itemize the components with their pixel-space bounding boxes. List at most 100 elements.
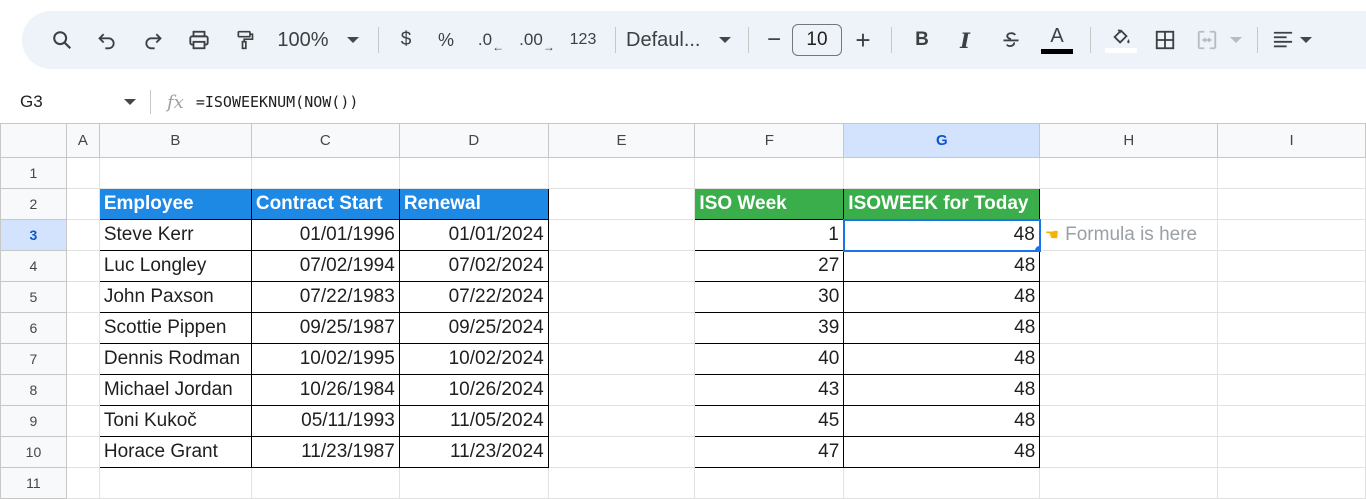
cell[interactable]: [250, 467, 400, 499]
paint-format-icon[interactable]: [222, 22, 268, 58]
borders-icon[interactable]: [1141, 22, 1189, 58]
cell[interactable]: [65, 343, 100, 375]
merge-cells-icon[interactable]: [1189, 22, 1225, 58]
cell[interactable]: [1039, 405, 1219, 437]
cell[interactable]: [843, 467, 1041, 499]
iso-week-cell[interactable]: 39: [694, 312, 845, 344]
formula-input[interactable]: =ISOWEEKNUM(NOW()): [196, 93, 359, 111]
decrease-font-size-button[interactable]: −: [759, 22, 789, 58]
cell[interactable]: [98, 157, 252, 189]
row-header[interactable]: 7: [0, 343, 67, 375]
row-header[interactable]: 9: [0, 405, 67, 437]
cell[interactable]: [1039, 281, 1219, 313]
row-header[interactable]: 11: [0, 467, 67, 499]
cell[interactable]: [1039, 312, 1219, 344]
cell[interactable]: [65, 405, 100, 437]
cell[interactable]: [65, 250, 100, 282]
renewal-cell[interactable]: 11/05/2024: [398, 405, 549, 437]
zoom-value[interactable]: 100%: [268, 22, 338, 58]
search-icon[interactable]: [40, 22, 84, 58]
cell[interactable]: [1217, 436, 1366, 468]
increase-decimal-button[interactable]: .00 →: [513, 22, 561, 58]
column-header[interactable]: B: [98, 123, 252, 158]
cell[interactable]: [1039, 436, 1219, 468]
renewal-cell[interactable]: 10/26/2024: [398, 374, 549, 406]
italic-button[interactable]: I: [942, 22, 988, 58]
cell[interactable]: [250, 157, 400, 189]
cell[interactable]: [65, 467, 100, 499]
contract-start-cell[interactable]: 07/22/1983: [250, 281, 400, 313]
strikethrough-icon[interactable]: [988, 22, 1034, 58]
iso-week-cell[interactable]: 47: [694, 436, 845, 468]
merge-dropdown-icon[interactable]: [1225, 22, 1247, 58]
employee-cell[interactable]: Scottie Pippen: [98, 312, 252, 344]
cell[interactable]: [547, 219, 696, 251]
renewal-cell[interactable]: 10/02/2024: [398, 343, 549, 375]
more-formats-button[interactable]: 123: [561, 22, 605, 58]
horizontal-align-icon[interactable]: [1268, 22, 1298, 58]
column-header[interactable]: A: [65, 123, 100, 158]
cell[interactable]: [65, 157, 100, 189]
cell[interactable]: [547, 281, 696, 313]
font-family-select[interactable]: Defaul...: [626, 22, 712, 58]
cell[interactable]: [1217, 157, 1366, 189]
active-cell[interactable]: 48: [842, 218, 1041, 252]
employee-cell[interactable]: Steve Kerr: [98, 219, 252, 251]
header-cell-iso-week[interactable]: ISO Week: [694, 188, 845, 220]
cell[interactable]: [65, 281, 100, 313]
font-dropdown-icon[interactable]: [712, 22, 738, 58]
decrease-decimal-button[interactable]: .0 ←: [469, 22, 513, 58]
cell[interactable]: [547, 436, 696, 468]
contract-start-cell[interactable]: 10/26/1984: [250, 374, 400, 406]
cell[interactable]: [65, 436, 100, 468]
cell[interactable]: [1217, 405, 1366, 437]
cell[interactable]: [398, 157, 549, 189]
text-color-button[interactable]: A: [1034, 22, 1080, 58]
isoweek-today-cell[interactable]: 48: [843, 374, 1041, 406]
row-header[interactable]: 8: [0, 374, 67, 406]
column-header[interactable]: E: [547, 123, 696, 158]
cell[interactable]: [65, 374, 100, 406]
currency-format-button[interactable]: $: [389, 22, 423, 58]
header-cell-isoweek-today[interactable]: ISOWEEK for Today: [843, 188, 1041, 220]
column-header[interactable]: C: [250, 123, 400, 158]
column-header[interactable]: I: [1217, 123, 1366, 158]
isoweek-today-cell[interactable]: 48: [843, 250, 1041, 282]
cell[interactable]: [547, 467, 696, 499]
employee-cell[interactable]: Horace Grant: [98, 436, 252, 468]
contract-start-cell[interactable]: 05/11/1993: [250, 405, 400, 437]
column-header[interactable]: H: [1039, 123, 1219, 158]
iso-week-cell[interactable]: 43: [694, 374, 845, 406]
employee-cell[interactable]: Michael Jordan: [98, 374, 252, 406]
zoom-dropdown-icon[interactable]: [338, 22, 368, 58]
cell[interactable]: [547, 374, 696, 406]
cell[interactable]: [398, 467, 549, 499]
employee-cell[interactable]: Toni Kukoč: [98, 405, 252, 437]
print-icon[interactable]: [176, 22, 222, 58]
cell[interactable]: [547, 157, 696, 189]
increase-font-size-button[interactable]: +: [845, 22, 881, 58]
cell[interactable]: [694, 467, 845, 499]
header-cell-contract-start[interactable]: Contract Start: [250, 188, 400, 220]
contract-start-cell[interactable]: 09/25/1987: [250, 312, 400, 344]
employee-cell[interactable]: Luc Longley: [98, 250, 252, 282]
isoweek-today-cell[interactable]: 48: [843, 343, 1041, 375]
cell[interactable]: [65, 188, 100, 220]
cell[interactable]: [1217, 188, 1366, 220]
cell[interactable]: [1217, 467, 1366, 499]
cell[interactable]: [1039, 250, 1219, 282]
cell[interactable]: [1039, 467, 1219, 499]
isoweek-today-cell[interactable]: 48: [843, 436, 1041, 468]
align-dropdown-icon[interactable]: [1298, 22, 1314, 58]
fill-color-icon[interactable]: [1101, 22, 1141, 58]
font-size-input[interactable]: 10: [792, 24, 842, 56]
cell[interactable]: [1217, 343, 1366, 375]
column-header[interactable]: F: [694, 123, 845, 158]
cell[interactable]: [547, 250, 696, 282]
row-header[interactable]: 1: [0, 157, 67, 189]
isoweek-today-cell[interactable]: 48: [843, 312, 1041, 344]
iso-week-cell[interactable]: 40: [694, 343, 845, 375]
note-cell[interactable]: ☚ Formula is here: [1039, 219, 1219, 251]
employee-cell[interactable]: Dennis Rodman: [98, 343, 252, 375]
header-cell-employee[interactable]: Employee: [98, 188, 252, 220]
